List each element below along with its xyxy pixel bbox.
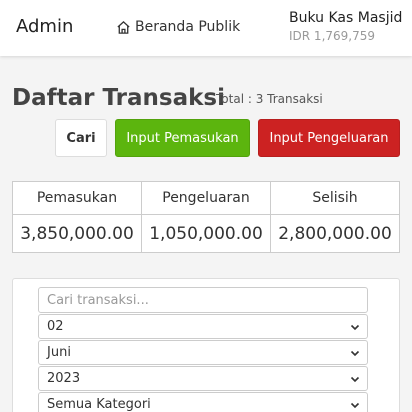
navbar: Admin Beranda Publik Buku Kas Masjid IDR… <box>0 0 412 56</box>
input-expense-button[interactable]: Input Pengeluaran <box>258 119 400 157</box>
chevron-down-icon <box>350 350 360 357</box>
search-button[interactable]: Cari <box>55 119 107 157</box>
chevron-down-icon <box>350 324 360 331</box>
date-select[interactable]: 02 <box>38 314 368 339</box>
summary-table: Pemasukan 3,850,000.00 Pengeluaran 1,050… <box>12 181 400 253</box>
month-select[interactable]: Juni <box>38 340 368 365</box>
account-name: Buku Kas Masjid <box>289 10 403 26</box>
summary-header-balance: Selisih <box>271 182 399 215</box>
brand-logo[interactable]: Admin <box>16 16 73 37</box>
summary-value-balance: 2,800,000.00 <box>278 223 392 244</box>
date-select-value: 02 <box>47 319 64 334</box>
account-balance: IDR 1,769,759 <box>289 29 376 43</box>
filter-panel: 02 Juni 2023 Semua Kategori <box>12 278 400 412</box>
summary-balance-column: Selisih 2,800,000.00 <box>271 182 399 252</box>
category-select[interactable]: Semua Kategori <box>38 392 368 412</box>
month-select-value: Juni <box>47 345 71 360</box>
chevron-down-icon <box>350 402 360 409</box>
page-title: Daftar Transaksi <box>12 85 225 111</box>
chevron-down-icon <box>350 376 360 383</box>
summary-value-income: 3,850,000.00 <box>20 223 134 244</box>
input-income-button[interactable]: Input Pemasukan <box>115 119 250 157</box>
summary-value-expense: 1,050,000.00 <box>149 223 263 244</box>
search-transaction-input[interactable] <box>38 287 368 313</box>
year-select-value: 2023 <box>47 371 81 386</box>
summary-header-income: Pemasukan <box>13 182 141 215</box>
summary-income-column: Pemasukan 3,850,000.00 <box>13 182 142 252</box>
category-select-value: Semua Kategori <box>47 397 151 412</box>
summary-header-expense: Pengeluaran <box>142 182 270 215</box>
summary-expense-column: Pengeluaran 1,050,000.00 <box>142 182 271 252</box>
public-home-link[interactable]: Beranda Publik <box>116 19 240 35</box>
home-icon <box>117 20 130 34</box>
year-select[interactable]: 2023 <box>38 366 368 391</box>
public-home-label: Beranda Publik <box>135 19 241 35</box>
account-menu[interactable]: Buku Kas Masjid IDR 1,769,759 <box>289 10 402 43</box>
transaction-total: Total : 3 Transaksi <box>216 92 323 106</box>
